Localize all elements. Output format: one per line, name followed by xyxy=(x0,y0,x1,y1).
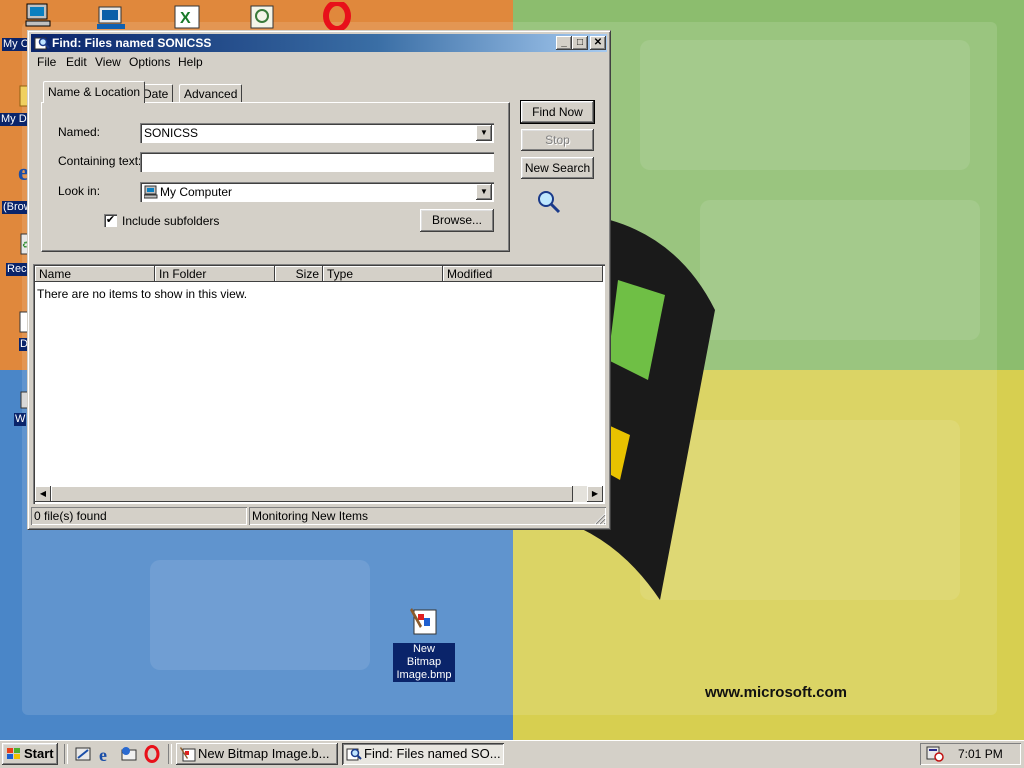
opera-icon[interactable] xyxy=(143,745,161,763)
scroll-right-icon[interactable]: ▶ xyxy=(587,486,603,502)
bitmap-file-icon[interactable]: New Bitmap Image.bmp xyxy=(393,604,455,682)
resize-grip-icon[interactable] xyxy=(592,511,606,525)
look-in-combobox[interactable]: My Computer ▼ xyxy=(140,182,494,202)
find-icon xyxy=(346,748,362,761)
task-find-files[interactable]: Find: Files named SO... xyxy=(342,743,504,765)
column-header-type[interactable]: Type xyxy=(323,266,443,282)
magnifier-icon xyxy=(538,191,561,214)
column-header-name[interactable]: Name xyxy=(35,266,155,282)
certificate-icon[interactable] xyxy=(248,4,276,30)
checkmark-icon: ✔ xyxy=(105,214,116,226)
named-value: SONICSS xyxy=(144,126,199,140)
windows-logo-icon xyxy=(7,748,20,759)
status-file-count: 0 file(s) found xyxy=(31,507,247,525)
minimize-icon: _ xyxy=(561,37,567,48)
scheduled-tasks-icon[interactable] xyxy=(926,746,944,762)
outlook-express-icon[interactable] xyxy=(120,745,138,763)
tab-advanced[interactable]: Advanced xyxy=(179,84,243,103)
task-new-bitmap[interactable]: New Bitmap Image.b... xyxy=(176,743,338,765)
minimize-button[interactable]: _ xyxy=(556,36,572,50)
menu-options[interactable]: Options xyxy=(129,55,170,69)
taskbar-separator xyxy=(168,744,172,764)
my-computer-label[interactable]: My C xyxy=(2,38,30,51)
excel-icon[interactable]: X xyxy=(172,4,202,30)
close-button[interactable]: ✕ xyxy=(590,36,606,50)
svg-text:e: e xyxy=(99,745,107,763)
menu-view[interactable]: View xyxy=(95,55,121,69)
chevron-down-icon[interactable]: ▼ xyxy=(476,125,492,141)
named-combobox[interactable]: SONICSS ▼ xyxy=(140,123,494,143)
bitmap-file-label-line1: New Bitmap xyxy=(406,643,442,668)
new-search-button[interactable]: New Search xyxy=(521,157,594,179)
containing-text-input[interactable] xyxy=(140,152,494,172)
task-find-files-label: Find: Files named SO... xyxy=(364,746,501,761)
show-desktop-icon[interactable] xyxy=(74,745,92,763)
start-label: Start xyxy=(24,746,54,761)
wallpaper-tile xyxy=(150,560,370,670)
column-header-size[interactable]: Size xyxy=(275,266,323,282)
wallpaper-tile xyxy=(640,40,970,170)
chevron-down-icon[interactable]: ▼ xyxy=(476,184,492,200)
include-subfolders-label[interactable]: Include subfolders xyxy=(122,214,219,228)
named-label: Named: xyxy=(58,125,101,139)
close-icon: ✕ xyxy=(593,37,603,48)
my-documents-label[interactable]: My D xyxy=(0,113,28,126)
task-new-bitmap-label: New Bitmap Image.b... xyxy=(198,746,330,761)
opera-desktop-icon[interactable] xyxy=(322,2,352,30)
web-shortcut-label[interactable]: W xyxy=(14,413,27,426)
my-computer-small-icon xyxy=(144,185,158,199)
empty-list-message: There are no items to show in this view. xyxy=(37,287,248,301)
paint-bitmap-icon xyxy=(410,608,437,635)
status-monitoring: Monitoring New Items xyxy=(249,507,606,525)
containing-text-label: Containing text: xyxy=(58,154,142,168)
browse-button[interactable]: Browse... xyxy=(420,209,494,232)
clock[interactable]: 7:01 PM xyxy=(958,747,1003,761)
menu-help[interactable]: Help xyxy=(178,55,203,69)
wallpaper-url: www.microsoft.com xyxy=(705,684,847,701)
menu-file[interactable]: File xyxy=(37,55,56,69)
include-subfolders-checkbox[interactable]: ✔ xyxy=(104,214,117,227)
start-button[interactable]: Start xyxy=(2,743,58,765)
scroll-left-icon[interactable]: ◀ xyxy=(35,486,51,502)
scrollbar-thumb[interactable] xyxy=(51,486,573,502)
tab-name-location[interactable]: Name & Location xyxy=(43,81,146,103)
system-tray: 7:01 PM xyxy=(920,743,1021,765)
maximize-button[interactable]: □ xyxy=(572,36,588,50)
menu-bar: File Edit View Options Help xyxy=(31,53,607,71)
svg-text:X: X xyxy=(180,10,191,27)
bitmap-file-label-line2: Image.bmp xyxy=(396,669,452,681)
find-window: Find: Files named SONICSS _ □ ✕ File Edi… xyxy=(27,30,611,530)
column-header-in-folder[interactable]: In Folder xyxy=(155,266,275,282)
my-computer-icon[interactable] xyxy=(24,2,52,28)
look-in-label: Look in: xyxy=(58,184,101,198)
maximize-icon: □ xyxy=(576,37,584,48)
taskbar: Start e New Bitmap Image.b... Find: File… xyxy=(0,740,1024,768)
horizontal-scrollbar[interactable]: ◀ ▶ xyxy=(35,486,603,502)
internet-explorer-icon[interactable]: e xyxy=(97,745,115,763)
title-bar[interactable]: Find: Files named SONICSS _ □ ✕ xyxy=(31,34,607,52)
bitmap-file-label[interactable]: New Bitmap Image.bmp xyxy=(393,643,455,682)
paint-icon xyxy=(180,747,196,762)
network-icon[interactable] xyxy=(95,4,127,30)
stop-button[interactable]: Stop xyxy=(521,129,594,151)
taskbar-separator xyxy=(64,744,68,764)
window-title: Find: Files named SONICSS xyxy=(52,36,212,50)
look-in-value: My Computer xyxy=(160,185,233,199)
find-now-button[interactable]: Find Now xyxy=(520,100,595,124)
find-window-icon[interactable] xyxy=(34,35,50,51)
wallpaper-tile xyxy=(700,200,980,340)
column-header-modified[interactable]: Modified xyxy=(443,266,603,282)
menu-edit[interactable]: Edit xyxy=(66,55,87,69)
recycle-bin-label[interactable]: Rec xyxy=(6,263,28,276)
results-list[interactable]: Name In Folder Size Type Modified There … xyxy=(33,264,605,504)
